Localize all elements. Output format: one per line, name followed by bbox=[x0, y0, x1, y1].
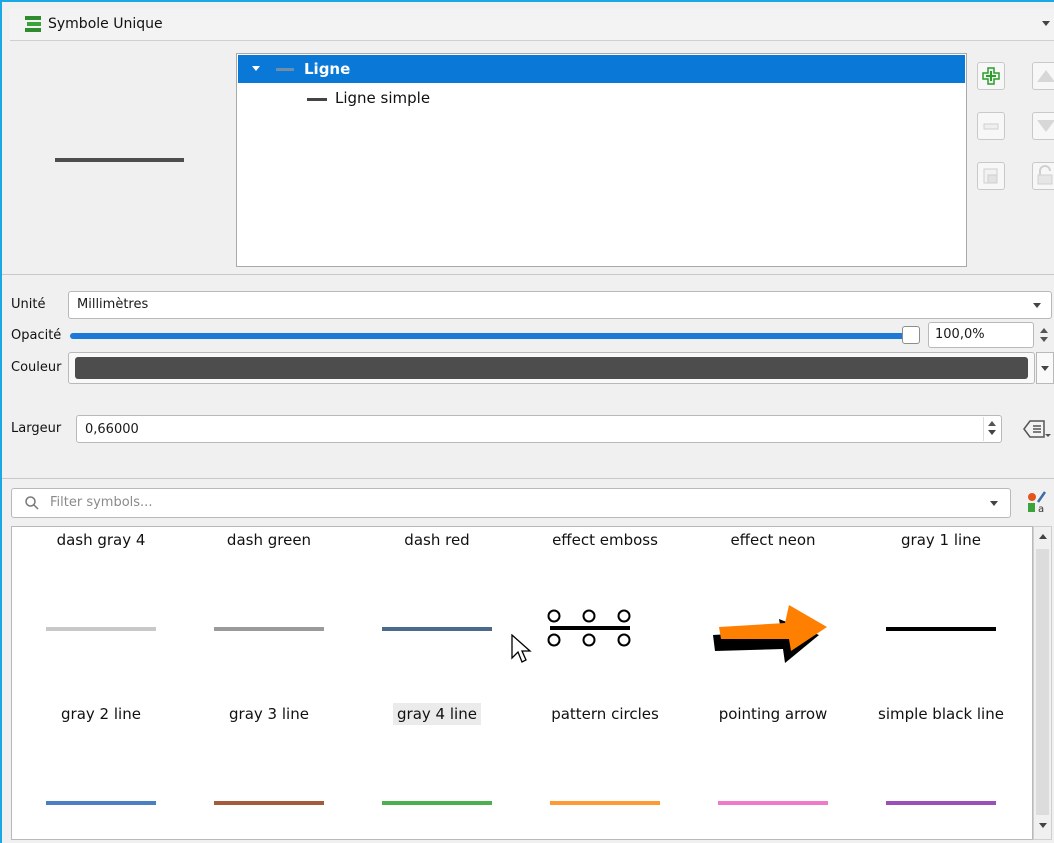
effect-neon-sample[interactable] bbox=[709, 601, 829, 667]
symbol-grid-scrollbar[interactable] bbox=[1033, 526, 1052, 840]
data-defined-override-icon[interactable] bbox=[1018, 415, 1052, 447]
opacity-value: 100,0% bbox=[935, 327, 985, 342]
selected-label-text: gray 4 line bbox=[393, 703, 481, 725]
chevron-down-icon bbox=[1041, 366, 1049, 371]
width-stepper[interactable] bbox=[983, 417, 1001, 441]
move-up-button[interactable] bbox=[1032, 62, 1054, 90]
filter-placeholder: Filter symbols... bbox=[50, 495, 153, 510]
symbol-label[interactable]: gray 1 line bbox=[857, 531, 1025, 549]
effect-emboss-sample[interactable] bbox=[544, 609, 634, 649]
symbol-label[interactable]: simple black line bbox=[857, 705, 1025, 723]
symbol-library-grid[interactable]: dash gray 4 dash green dash red effect e… bbox=[11, 526, 1033, 840]
move-down-button[interactable] bbox=[1032, 112, 1054, 140]
lock-layer-button[interactable] bbox=[1032, 162, 1054, 190]
symbol-layer-tree[interactable]: Ligne Ligne simple bbox=[236, 53, 967, 267]
section-divider bbox=[2, 478, 1054, 479]
chevron-down-icon bbox=[1042, 21, 1050, 26]
svg-text:a: a bbox=[1038, 504, 1044, 515]
remove-layer-button[interactable] bbox=[977, 112, 1005, 140]
style-manager-icon[interactable]: a bbox=[1024, 488, 1050, 522]
color-label: Couleur bbox=[11, 360, 62, 375]
symbol-label[interactable]: pattern circles bbox=[521, 705, 689, 723]
chevron-down-icon[interactable] bbox=[990, 501, 998, 506]
scroll-up-icon[interactable] bbox=[1039, 534, 1047, 539]
tree-item-label: Ligne simple bbox=[335, 89, 431, 107]
opacity-label: Opacité bbox=[11, 328, 62, 343]
symbol-label[interactable]: dash gray 4 bbox=[17, 531, 185, 549]
unit-label: Unité bbox=[11, 297, 46, 312]
remove-icon bbox=[983, 123, 999, 130]
scrollbar-thumb[interactable] bbox=[1036, 549, 1049, 815]
add-icon bbox=[982, 67, 1000, 85]
mouse-cursor-icon bbox=[511, 634, 532, 663]
dash-gray-4-sample[interactable] bbox=[46, 627, 156, 631]
width-spinbox[interactable]: 0,66000 bbox=[76, 415, 1002, 443]
symbol-sample[interactable] bbox=[886, 801, 996, 805]
gray-1-line-sample[interactable] bbox=[886, 627, 996, 631]
single-symbol-icon bbox=[24, 15, 42, 37]
step-down-icon[interactable] bbox=[1040, 337, 1048, 342]
unit-dropdown[interactable]: Millimètres bbox=[68, 291, 1052, 319]
scroll-down-icon[interactable] bbox=[1039, 823, 1047, 828]
chevron-down-icon bbox=[1033, 303, 1041, 308]
symbol-sample[interactable] bbox=[46, 801, 156, 805]
arrow-up-icon bbox=[1037, 70, 1054, 82]
symbol-preview bbox=[55, 158, 184, 162]
simple-line-icon bbox=[307, 98, 327, 101]
section-divider bbox=[2, 274, 1054, 275]
arrow-down-icon bbox=[1037, 120, 1054, 132]
duplicate-icon bbox=[983, 168, 998, 184]
symbol-label[interactable]: pointing arrow bbox=[689, 705, 857, 723]
filter-symbols-input[interactable]: Filter symbols... bbox=[11, 488, 1011, 518]
tree-item-label: Ligne bbox=[304, 60, 351, 78]
symbol-label-selected[interactable]: gray 4 line bbox=[353, 703, 521, 725]
symbol-sample[interactable] bbox=[382, 801, 492, 805]
search-icon bbox=[24, 495, 40, 515]
step-up-icon[interactable] bbox=[988, 421, 996, 426]
lock-icon bbox=[1037, 165, 1053, 185]
symbol-type-dropdown[interactable]: Symbole Unique bbox=[10, 9, 1054, 41]
opacity-slider-handle[interactable] bbox=[902, 326, 920, 344]
symbol-label[interactable]: effect neon bbox=[689, 531, 857, 549]
color-swatch bbox=[75, 357, 1028, 379]
width-value: 0,66000 bbox=[85, 422, 139, 437]
color-menu-button[interactable] bbox=[1036, 352, 1054, 384]
opacity-slider-track[interactable] bbox=[70, 333, 912, 339]
symbol-sample[interactable] bbox=[718, 801, 828, 805]
symbol-label[interactable]: gray 2 line bbox=[17, 705, 185, 723]
step-up-icon[interactable] bbox=[1040, 328, 1048, 333]
add-layer-button[interactable] bbox=[977, 62, 1005, 90]
unit-value: Millimètres bbox=[77, 297, 149, 312]
line-symbol-icon bbox=[276, 68, 294, 71]
step-down-icon[interactable] bbox=[988, 430, 996, 435]
symbol-sample[interactable] bbox=[214, 801, 324, 805]
expand-arrow-icon[interactable] bbox=[252, 66, 260, 71]
dash-green-sample[interactable] bbox=[214, 627, 324, 631]
opacity-spinbox[interactable]: 100,0% bbox=[928, 322, 1034, 348]
dash-red-sample[interactable] bbox=[382, 627, 492, 631]
symbol-sample[interactable] bbox=[550, 801, 660, 805]
symbol-type-label: Symbole Unique bbox=[48, 16, 163, 32]
color-button[interactable] bbox=[68, 352, 1035, 384]
opacity-stepper[interactable] bbox=[1036, 323, 1052, 347]
symbol-label[interactable]: dash red bbox=[353, 531, 521, 549]
tree-item-root[interactable]: Ligne bbox=[238, 55, 965, 83]
symbol-label[interactable]: gray 3 line bbox=[185, 705, 353, 723]
duplicate-layer-button[interactable] bbox=[977, 162, 1005, 190]
symbol-label[interactable]: dash green bbox=[185, 531, 353, 549]
symbol-label[interactable]: effect emboss bbox=[521, 531, 689, 549]
width-label: Largeur bbox=[11, 421, 62, 436]
